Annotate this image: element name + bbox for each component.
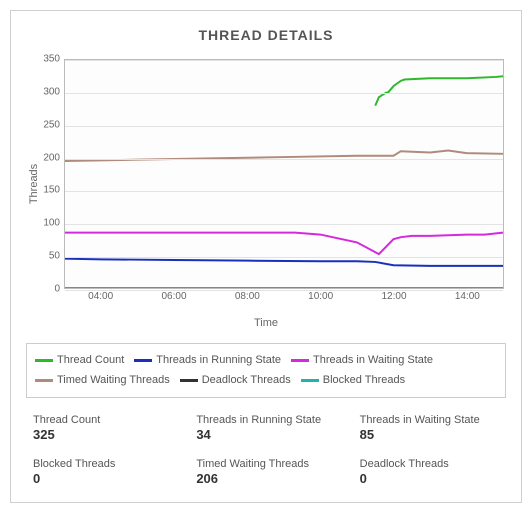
stat-value: 0 [33, 471, 176, 486]
gridline [65, 126, 503, 127]
plot-area [64, 59, 504, 289]
stat-cell: Threads in Waiting State85 [360, 414, 503, 442]
x-tick-label: 12:00 [381, 291, 406, 302]
thread-details-panel: THREAD DETAILS Threads 05010015020025030… [10, 10, 522, 503]
page-title: THREAD DETAILS [19, 27, 513, 43]
gridline [65, 159, 503, 160]
legend-item: Deadlock Threads [180, 371, 291, 391]
stat-cell: Timed Waiting Threads206 [196, 458, 339, 486]
legend-item: Timed Waiting Threads [35, 371, 170, 391]
legend-label: Deadlock Threads [202, 371, 291, 391]
legend-swatch [180, 379, 198, 382]
legend-swatch [134, 359, 152, 362]
legend-swatch [291, 359, 309, 362]
legend-swatch [35, 359, 53, 362]
y-tick-label: 100 [38, 218, 60, 229]
chart-lines [65, 60, 503, 288]
legend-label: Timed Waiting Threads [57, 371, 170, 391]
stat-value: 206 [196, 471, 339, 486]
gridline [65, 191, 503, 192]
legend-swatch [301, 379, 319, 382]
y-tick-label: 0 [38, 284, 60, 295]
legend-item: Blocked Threads [301, 371, 405, 391]
series-line [65, 259, 503, 266]
stat-value: 34 [196, 427, 339, 442]
y-tick-label: 150 [38, 185, 60, 196]
thread-chart: Threads 05010015020025030035004:0006:000… [20, 53, 512, 315]
y-tick-label: 300 [38, 86, 60, 97]
x-tick-label: 14:00 [455, 291, 480, 302]
stat-label: Threads in Waiting State [360, 414, 503, 426]
stat-value: 0 [360, 471, 503, 486]
legend: Thread Count Threads in Running State Thre… [26, 343, 506, 398]
stat-cell: Threads in Running State34 [196, 414, 339, 442]
legend-swatch [35, 379, 53, 382]
series-line [65, 233, 503, 254]
legend-label: Blocked Threads [323, 371, 405, 391]
legend-item: Thread Count [35, 351, 124, 371]
legend-label: Thread Count [57, 351, 124, 371]
series-line [375, 76, 503, 105]
stat-value: 85 [360, 427, 503, 442]
stat-label: Blocked Threads [33, 458, 176, 470]
legend-item: Threads in Running State [134, 351, 281, 371]
gridline [65, 60, 503, 61]
legend-label: Threads in Waiting State [313, 351, 433, 371]
y-tick-label: 50 [38, 251, 60, 262]
stat-label: Deadlock Threads [360, 458, 503, 470]
gridline [65, 290, 503, 291]
stat-label: Timed Waiting Threads [196, 458, 339, 470]
legend-item: Threads in Waiting State [291, 351, 433, 371]
stat-value: 325 [33, 427, 176, 442]
stat-label: Thread Count [33, 414, 176, 426]
x-axis-label: Time [19, 317, 513, 329]
x-tick-label: 10:00 [308, 291, 333, 302]
legend-label: Threads in Running State [156, 351, 281, 371]
x-tick-label: 08:00 [235, 291, 260, 302]
stat-cell: Thread Count325 [33, 414, 176, 442]
gridline [65, 224, 503, 225]
stat-cell: Deadlock Threads0 [360, 458, 503, 486]
stat-cell: Blocked Threads0 [33, 458, 176, 486]
y-tick-label: 250 [38, 119, 60, 130]
x-tick-label: 04:00 [88, 291, 113, 302]
y-tick-label: 200 [38, 152, 60, 163]
stat-label: Threads in Running State [196, 414, 339, 426]
stats-grid: Thread Count325Threads in Running State3… [33, 414, 503, 486]
y-tick-label: 350 [38, 54, 60, 65]
gridline [65, 257, 503, 258]
x-tick-label: 06:00 [161, 291, 186, 302]
gridline [65, 93, 503, 94]
